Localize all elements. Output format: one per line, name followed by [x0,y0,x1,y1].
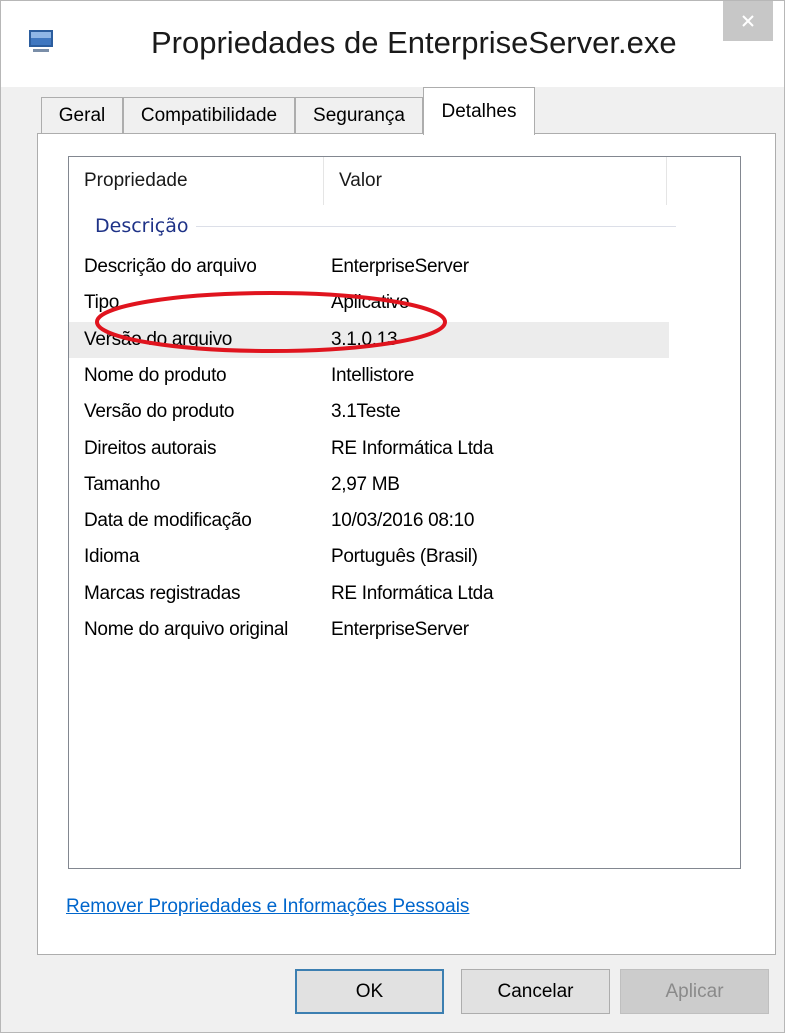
detail-property: Tamanho [84,473,161,495]
detail-row[interactable]: Nome do arquivo original EnterpriseServer [69,612,669,648]
detail-property: Direitos autorais [84,437,217,459]
detail-property: Versão do produto [84,401,235,423]
detail-value: Português (Brasil) [331,546,478,568]
detail-value: RE Informática Ltda [331,582,494,604]
detail-value: EnterpriseServer [331,256,469,277]
detail-value: 3.1Teste [331,401,401,423]
column-header-property[interactable]: Propriedade [69,157,324,205]
detail-row[interactable]: Direitos autorais RE Informática Ltda [69,431,669,467]
detail-row[interactable]: Data de modificação 10/03/2016 08:10 [69,503,669,539]
group-label: Descrição [95,215,189,237]
detail-row[interactable]: Idioma Português (Brasil) [69,539,669,575]
detail-row[interactable]: Versão do arquivo 3.1.0.13 [69,321,669,358]
close-button[interactable] [723,1,773,41]
detail-row[interactable]: Tipo Aplicativo [69,285,669,321]
close-icon [742,15,754,27]
details-tab-panel: Propriedade Valor Descrição Descrição do… [37,133,776,955]
tab-seguranca[interactable]: Segurança [295,97,423,134]
group-divider [196,225,677,227]
window-title: Propriedades de EnterpriseServer.exe [151,25,677,60]
ok-button[interactable]: OK [295,969,444,1014]
detail-value: EnterpriseServer [331,619,469,640]
detail-property: Idioma [84,546,140,568]
apply-button[interactable]: Aplicar [620,969,769,1014]
detail-property: Descrição do arquivo [84,256,257,277]
cancel-button[interactable]: Cancelar [461,969,610,1014]
detail-row[interactable]: Nome do produto Intellistore [69,358,669,394]
tab-compatibilidade[interactable]: Compatibilidade [123,97,295,134]
detail-value: Intellistore [331,364,414,386]
detail-property: Marcas registradas [84,582,241,604]
detail-row[interactable]: Marcas registradas RE Informática Ltda [69,576,669,612]
detail-property: Nome do produto [84,364,227,386]
title-bar: Propriedades de EnterpriseServer.exe [1,1,784,87]
detail-property: Nome do arquivo original [84,619,289,640]
detail-value: 3.1.0.13 [331,328,398,350]
detail-value: RE Informática Ltda [331,437,494,459]
detail-value: 2,97 MB [331,473,400,495]
detail-property: Data de modificação [84,510,252,532]
column-header-value[interactable]: Valor [324,157,667,205]
detail-row[interactable]: Versão do produto 3.1Teste [69,394,669,430]
group-header-description: Descrição [69,207,740,245]
properties-dialog: Propriedades de EnterpriseServer.exe Ger… [0,0,785,1033]
detail-row[interactable]: Tamanho 2,97 MB [69,467,669,503]
details-listview[interactable]: Propriedade Valor Descrição Descrição do… [68,156,741,869]
list-header: Propriedade Valor [69,157,740,205]
detail-value: 10/03/2016 08:10 [331,510,475,532]
tab-detalhes[interactable]: Detalhes [423,87,535,135]
detail-property: Versão do arquivo [84,328,233,350]
application-icon [29,30,53,52]
tab-geral[interactable]: Geral [41,97,123,134]
detail-row[interactable]: Descrição do arquivo EnterpriseServer [69,249,669,285]
detail-property: Tipo [84,292,120,314]
detail-value: Aplicativo [331,292,410,314]
remove-properties-link[interactable]: Remover Propriedades e Informações Pesso… [66,896,469,918]
